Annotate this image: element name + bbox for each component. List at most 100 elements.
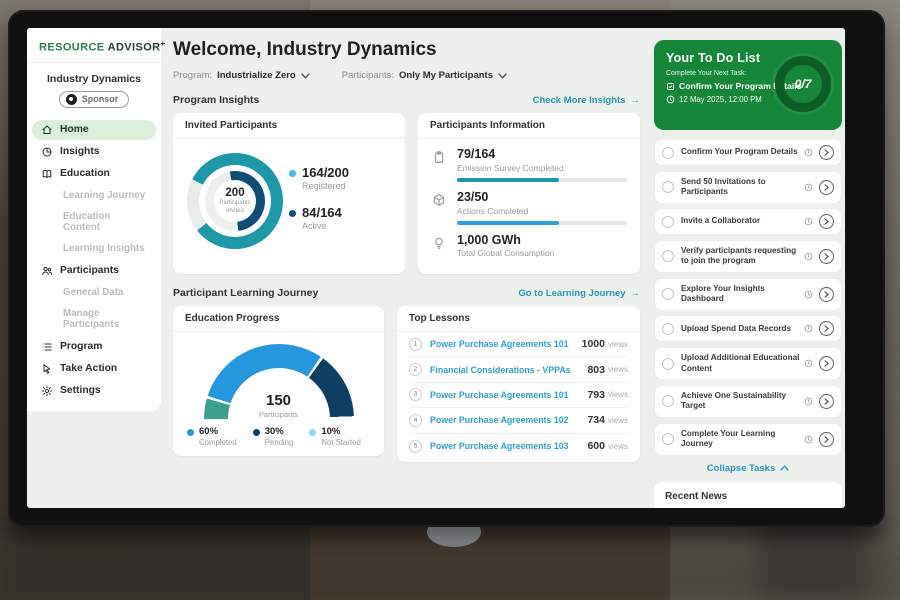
- task-checkbox[interactable]: [662, 181, 674, 193]
- check-more-insights-link[interactable]: Check More Insights →: [533, 95, 640, 106]
- lesson-rank: 3: [409, 388, 422, 401]
- pending-dot: [253, 429, 260, 436]
- participants-information-card: Participants Information 79/164 Emission…: [418, 113, 640, 274]
- legend-completed: 60% Completed: [187, 427, 237, 447]
- sidebar-menu: Home Insights Education Learning Journey…: [27, 120, 161, 401]
- legend-registered: 164/200 Registered: [289, 166, 349, 191]
- program-dropdown[interactable]: Program: Industrialize Zero: [173, 70, 310, 81]
- collapse-tasks-link[interactable]: Collapse Tasks: [654, 463, 842, 474]
- learning-journey-title: Participant Learning Journey: [173, 287, 318, 299]
- task-open-button[interactable]: [819, 249, 834, 264]
- task-checkbox[interactable]: [662, 216, 674, 228]
- task-row[interactable]: Explore Your Insights Dashboard: [654, 278, 842, 311]
- chevron-right-icon: [823, 436, 830, 443]
- program-insights-header: Program Insights Check More Insights →: [173, 94, 640, 106]
- task-open-button[interactable]: [819, 287, 834, 302]
- lesson-link[interactable]: Power Purchase Agreements 102: [430, 415, 587, 425]
- sidebar-item-insights[interactable]: Insights: [32, 142, 156, 162]
- sidebar-item-settings[interactable]: Settings: [32, 381, 156, 401]
- actions-completed-row: 23/50 Actions Completed: [418, 182, 640, 225]
- sidebar-item-learning-journey[interactable]: Learning Journey: [32, 186, 156, 206]
- logo-secondary: ADVISOR: [108, 42, 161, 54]
- org-name: Industry Dynamics: [31, 73, 157, 85]
- participants-icon: [41, 265, 53, 277]
- arrow-right-icon: →: [631, 288, 641, 299]
- active-value: 84/164: [302, 206, 342, 219]
- consumption-value: 1,000 GWh: [457, 234, 554, 248]
- task-row[interactable]: Upload Additional Educational Content: [654, 347, 842, 380]
- invited-participants-title: Invited Participants: [173, 113, 405, 139]
- task-checkbox[interactable]: [662, 433, 674, 445]
- active-label: Active: [302, 221, 342, 231]
- sidebar-item-home[interactable]: Home: [32, 120, 156, 140]
- sidebar-item-manage-participants[interactable]: Manage Participants: [32, 304, 156, 335]
- lesson-rank: 4: [409, 414, 422, 427]
- home-icon: [41, 124, 53, 136]
- task-open-button[interactable]: [819, 321, 834, 336]
- task-open-button[interactable]: [819, 432, 834, 447]
- task-open-button[interactable]: [819, 180, 834, 195]
- emission-survey-label: Emission Survey Completed: [457, 163, 627, 173]
- task-checkbox[interactable]: [662, 250, 674, 262]
- app-logo[interactable]: RESOURCE ADVISOR+: [27, 28, 161, 63]
- sidebar-item-participants[interactable]: Participants: [32, 261, 156, 281]
- task-checkbox[interactable]: [662, 288, 674, 300]
- gauge-center: 150 Participants: [204, 393, 354, 419]
- consumption-row: 1,000 GWh Total Global Consumption: [418, 225, 640, 264]
- lesson-row: 4 Power Purchase Agreements 102 734 view…: [409, 408, 628, 433]
- go-to-learning-journey-link[interactable]: Go to Learning Journey →: [518, 288, 640, 299]
- education-icon: [41, 168, 53, 180]
- insights-icon: [41, 146, 53, 158]
- chevron-right-icon: [823, 218, 830, 225]
- sidebar-item-education[interactable]: Education: [32, 164, 156, 184]
- participants-information-title: Participants Information: [418, 113, 640, 139]
- task-checkbox[interactable]: [662, 395, 674, 407]
- chevron-right-icon: [823, 253, 830, 260]
- registered-value: 164/200: [302, 166, 349, 179]
- task-open-button[interactable]: [819, 356, 834, 371]
- education-legend: 60% Completed 30% Pending: [173, 419, 384, 447]
- task-open-button[interactable]: [819, 214, 834, 229]
- sponsor-badge[interactable]: Sponsor: [59, 91, 130, 108]
- sidebar-item-education-content[interactable]: Education Content: [32, 207, 156, 238]
- emission-survey-row: 79/164 Emission Survey Completed: [418, 139, 640, 182]
- insights-cards-row: Invited Participants 200 Participants In…: [173, 113, 640, 274]
- task-checkbox[interactable]: [662, 323, 674, 335]
- clock-icon: [804, 148, 813, 157]
- task-row[interactable]: Invite a Collaborator: [654, 208, 842, 235]
- todo-summary-card[interactable]: Your To Do List Complete Your Next Task:…: [654, 40, 842, 130]
- page-title: Welcome, Industry Dynamics: [173, 39, 640, 61]
- sidebar-item-program[interactable]: Program: [32, 337, 156, 357]
- participants-dropdown[interactable]: Participants: Only My Participants: [342, 70, 507, 81]
- task-row[interactable]: Achieve One Sustainability Target: [654, 385, 842, 418]
- task-row[interactable]: Confirm Your Program Details: [654, 139, 842, 166]
- lesson-link[interactable]: Financial Considerations - VPPAs: [430, 365, 587, 375]
- task-checkbox[interactable]: [662, 358, 674, 370]
- actions-completed-label: Actions Completed: [457, 206, 627, 216]
- task-open-button[interactable]: [819, 394, 834, 409]
- learning-journey-header: Participant Learning Journey Go to Learn…: [173, 287, 640, 299]
- sidebar-item-learning-insights[interactable]: Learning Insights: [32, 239, 156, 259]
- lesson-link[interactable]: Power Purchase Agreements 101: [430, 339, 582, 349]
- chevron-right-icon: [823, 325, 830, 332]
- lesson-link[interactable]: Power Purchase Agreements 103: [430, 441, 587, 451]
- task-open-button[interactable]: [819, 145, 834, 160]
- sidebar-item-take-action[interactable]: Take Action: [32, 359, 156, 379]
- lesson-row: 2 Financial Considerations - VPPAs 803 v…: [409, 357, 628, 382]
- consumption-label: Total Global Consumption: [457, 248, 554, 258]
- lesson-link[interactable]: Power Purchase Agreements 101: [430, 390, 587, 400]
- screen: RESOURCE ADVISOR+ Industry Dynamics Spon…: [27, 28, 845, 508]
- chevron-right-icon: [823, 149, 830, 156]
- sidebar-item-general-data[interactable]: General Data: [32, 283, 156, 303]
- top-lessons-title: Top Lessons: [397, 306, 640, 332]
- task-row[interactable]: Complete Your Learning Journey: [654, 423, 842, 456]
- task-row[interactable]: Verify participants requesting to join t…: [654, 240, 842, 273]
- task-checkbox[interactable]: [662, 147, 674, 159]
- chevron-right-icon: [823, 360, 830, 367]
- filter-bar: Program: Industrialize Zero Participants…: [173, 70, 640, 81]
- task-row[interactable]: Upload Spend Data Records: [654, 315, 842, 342]
- not-started-dot: [309, 429, 316, 436]
- task-row[interactable]: Send 50 Invitations to Participants: [654, 171, 842, 204]
- cube-icon: [432, 193, 446, 207]
- clock-icon: [804, 183, 813, 192]
